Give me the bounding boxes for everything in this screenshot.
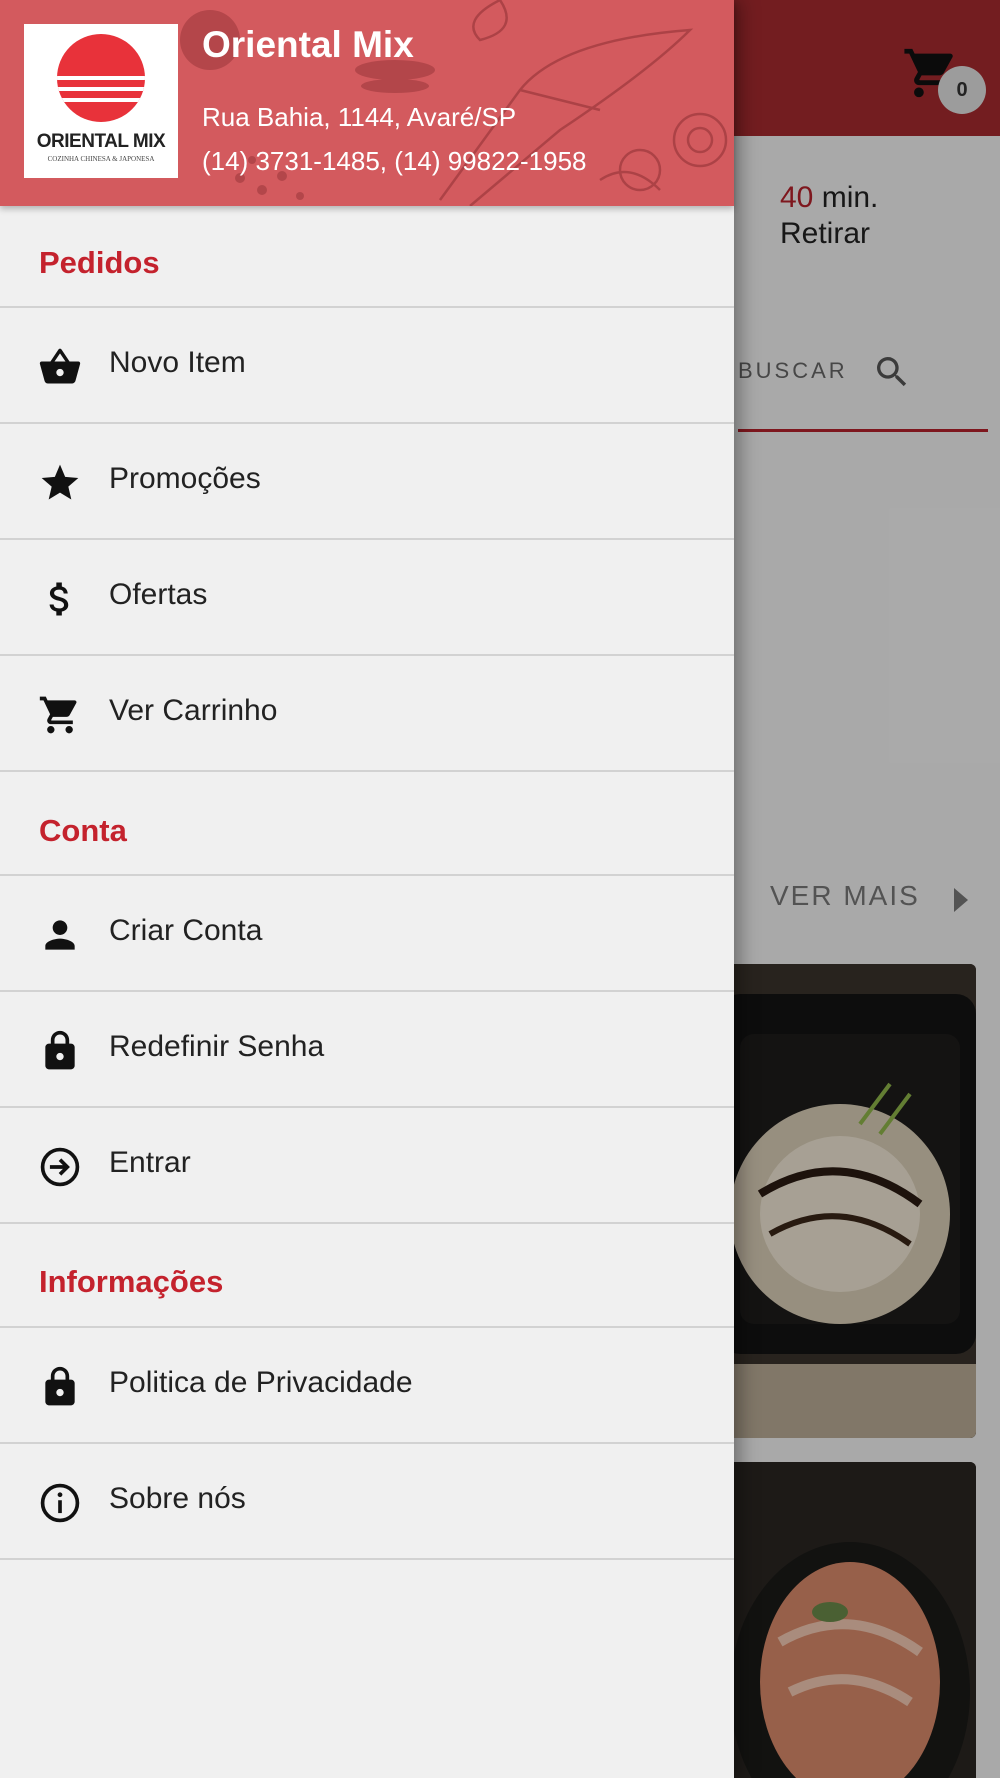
logo-subtitle: COZINHA CHINESA & JAPONESA [47,155,155,163]
section-informacoes: Informações [39,1264,224,1299]
menu-item-label: Politica de Privacidade [109,1366,413,1399]
divider [0,770,734,772]
menu-item-ver-carrinho[interactable]: Ver Carrinho [0,656,734,770]
basket-icon [39,348,81,384]
menu-item-label: Redefinir Senha [109,1030,325,1063]
section-conta: Conta [39,813,127,848]
navigation-drawer: ORIENTAL MIX COZINHA CHINESA & JAPONESA … [0,0,734,1778]
store-name: Oriental Mix [202,24,414,65]
menu-item-redefinir-senha[interactable]: Redefinir Senha [0,992,734,1106]
lock-icon [45,1030,75,1070]
divider [0,1558,734,1560]
menu-item-politica-privacidade[interactable]: Politica de Privacidade [0,1328,734,1442]
menu-item-entrar[interactable]: Entrar [0,1108,734,1222]
lock-icon [45,1366,75,1406]
store-phones: (14) 3731-1485, (14) 99822-1958 [202,146,587,176]
menu-item-ofertas[interactable]: Ofertas [0,540,734,654]
login-icon [40,1147,80,1187]
drawer-header: ORIENTAL MIX COZINHA CHINESA & JAPONESA … [0,0,734,206]
menu-item-promocoes[interactable]: Promoções [0,424,734,538]
cart-icon [39,696,77,734]
menu-item-label: Promoções [109,462,261,495]
store-logo: ORIENTAL MIX COZINHA CHINESA & JAPONESA [24,24,178,178]
menu-item-label: Ver Carrinho [109,694,278,727]
menu-item-label: Sobre nós [109,1482,246,1515]
section-pedidos: Pedidos [39,245,160,280]
menu-item-label: Criar Conta [109,914,263,947]
person-icon [45,920,75,950]
menu-item-criar-conta[interactable]: Criar Conta [0,876,734,990]
menu-item-label: Ofertas [109,578,208,611]
menu-item-label: Entrar [109,1146,191,1179]
store-address: Rua Bahia, 1144, Avaré/SP [202,102,517,132]
logo-mark [57,34,145,122]
menu-item-label: Novo Item [109,346,246,379]
star-icon [41,464,79,500]
info-icon [40,1483,80,1523]
logo-text: ORIENTAL MIX [36,131,166,152]
dollar-icon [49,582,69,616]
divider [0,1222,734,1224]
menu-item-sobre-nos[interactable]: Sobre nós [0,1444,734,1558]
menu-item-novo-item[interactable]: Novo Item [0,308,734,422]
